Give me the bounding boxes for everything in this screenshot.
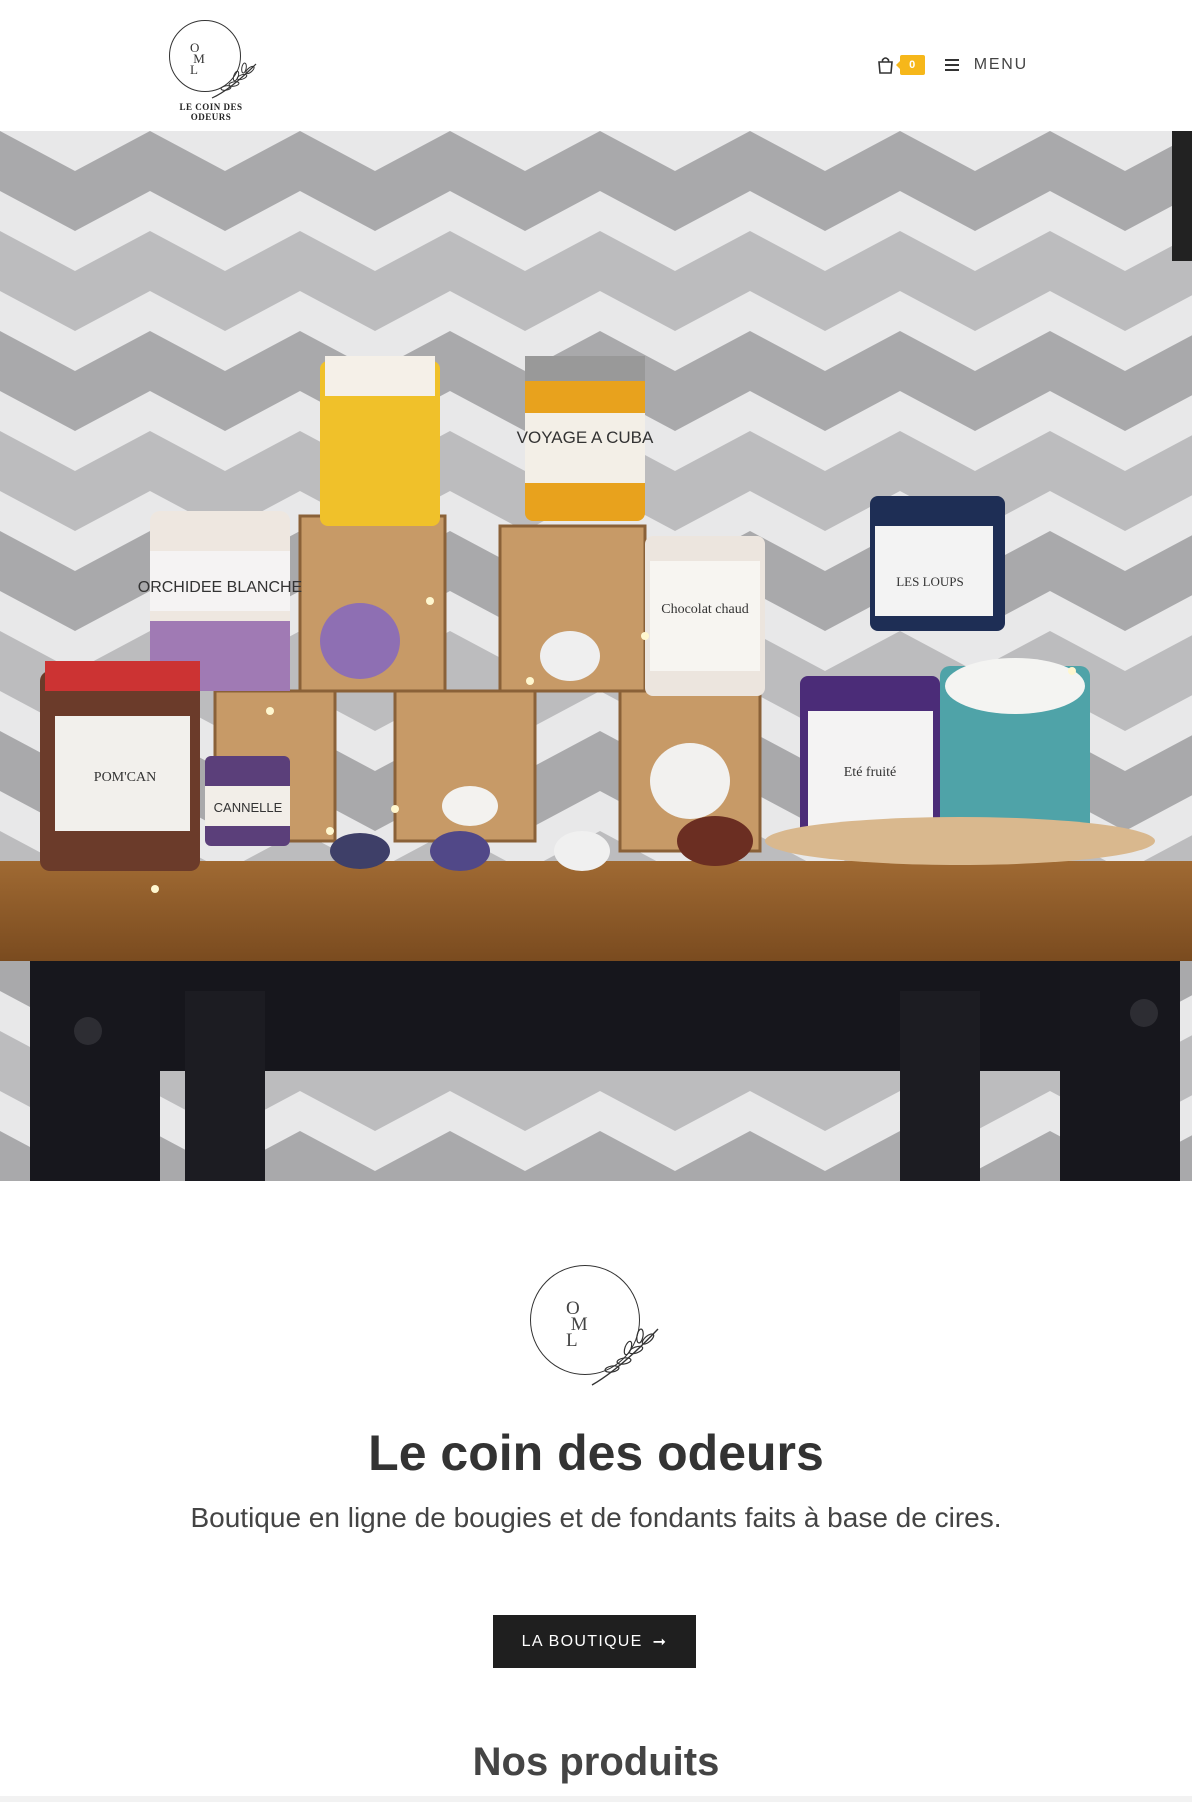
shop-button-label: LA BOUTIQUE (521, 1632, 643, 1650)
shop-button[interactable]: LA BOUTIQUE ➞ (493, 1615, 696, 1668)
intro-logo: O ML (528, 1263, 662, 1389)
label-pomcan: POM'CAN (94, 770, 156, 785)
shopping-bag-icon (877, 57, 893, 74)
cart-button[interactable]: 0 (877, 55, 925, 75)
arrow-right-icon: ➞ (652, 1633, 668, 1651)
label-orchidee: ORCHIDEE BLANCHE (138, 579, 302, 596)
label-loups: LES LOUPS (896, 574, 964, 589)
hamburger-icon (944, 59, 959, 71)
header-nav: 0 MENU (877, 52, 1028, 78)
products-section-title: Nos produits (472, 1740, 720, 1784)
site-tagline: Boutique en ligne de bougies et de fonda… (190, 1502, 1002, 1533)
site-header: O ML LE COIN DES ODEURS 0 MENU (0, 0, 1192, 131)
label-voyage: VOYAGE A CUBA (517, 428, 654, 447)
label-chocolat: Chocolat chaud (661, 602, 748, 617)
hero-image: ORCHIDEE BLANCHE VOYAGE A CUBA Chocolat … (0, 131, 1192, 1181)
logo-text: LE COIN DES ODEURS (179, 102, 243, 122)
cart-count-badge: 0 (895, 55, 925, 75)
site-title: Le coin des odeurs (368, 1425, 824, 1481)
label-cannelle: CANNELLE (214, 800, 283, 815)
intro-leaf-icon (591, 1328, 659, 1386)
site-logo[interactable]: O ML LE COIN DES ODEURS (160, 18, 262, 122)
section-divider (0, 1796, 1192, 1802)
hero-photo: ORCHIDEE BLANCHE VOYAGE A CUBA Chocolat … (0, 131, 1192, 1181)
menu-button[interactable]: MENU (944, 56, 1028, 74)
leaf-icon (211, 62, 257, 99)
menu-label: MENU (973, 56, 1028, 73)
label-ete: Eté fruité (844, 765, 896, 780)
